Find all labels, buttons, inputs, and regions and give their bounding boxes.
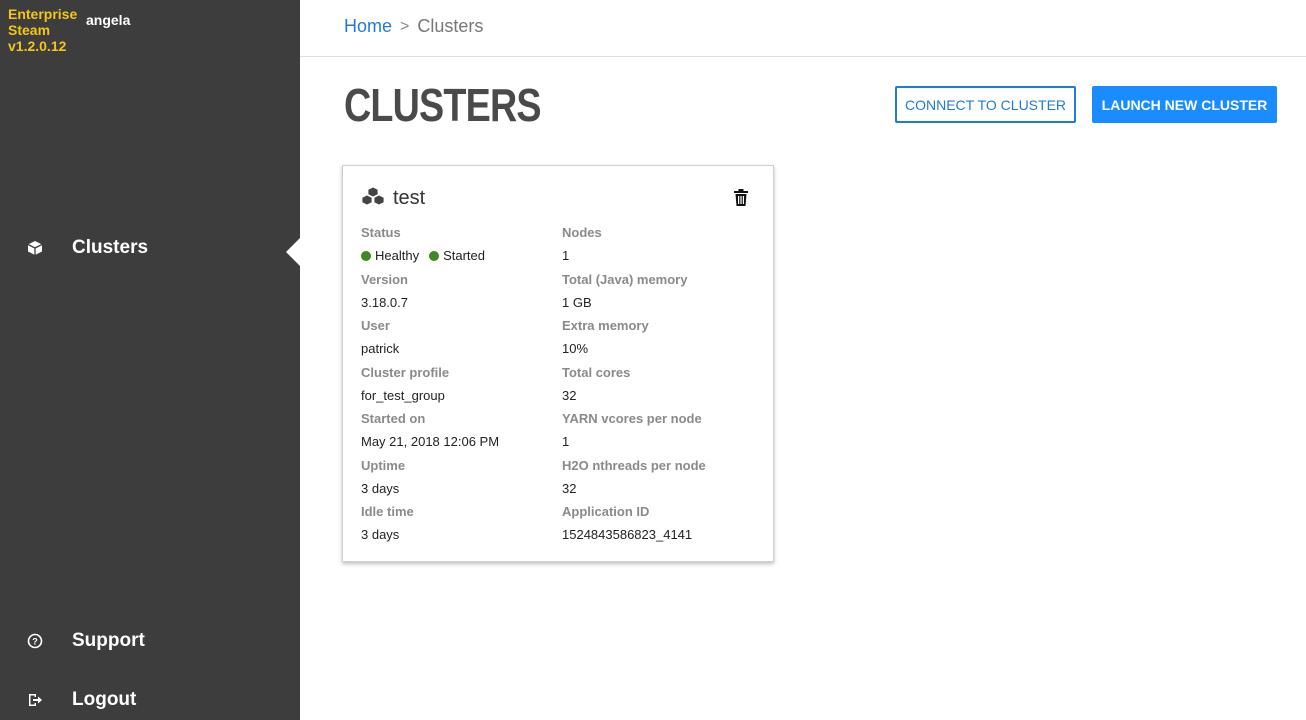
field-idle-time: Idle time 3 days (361, 503, 551, 550)
field-label: H2O nthreads per node (562, 457, 706, 473)
field-label: Version (361, 271, 408, 287)
field-value: 1524843586823_4141 (562, 527, 693, 542)
logout-icon (26, 691, 44, 709)
field-label: Started on (361, 411, 426, 426)
cubes-icon (361, 186, 385, 211)
sidebar-item-clusters[interactable]: Clusters (0, 228, 300, 268)
breadcrumb-separator: > (400, 17, 410, 35)
field-label: Uptime (361, 457, 406, 473)
field-label: Cluster profile (361, 364, 450, 380)
field-application-id: Application ID 1524843586823_4141 (562, 503, 752, 550)
status-state: Started (443, 248, 485, 263)
field-label: Extra memory (562, 318, 649, 333)
active-indicator (286, 238, 300, 266)
header-divider (300, 56, 1306, 57)
field-value: for_test_group (361, 387, 445, 403)
sidebar-item-label: Clusters (72, 237, 149, 258)
field-value: 32 (562, 480, 577, 496)
page-title: CLUSTERS (344, 79, 542, 131)
status-value: Healthy Started (361, 247, 551, 265)
field-label: Nodes (562, 225, 602, 240)
field-version: Version 3.18.0.7 (361, 271, 551, 318)
brand-line-2: Steam (8, 22, 51, 38)
svg-text:?: ? (32, 637, 38, 647)
sidebar-item-logout[interactable]: Logout (0, 680, 300, 720)
field-user: User patrick (361, 317, 551, 364)
cluster-details-right: Nodes 1 Total (Java) memory 1 GB Extra m… (562, 224, 752, 550)
field-value: 3 days (361, 527, 400, 542)
status-dot (361, 251, 371, 261)
app-brand: Enterprise Steam v1.2.0.12 (8, 6, 77, 54)
brand-version: v1.2.0.12 (8, 38, 67, 54)
status-badge-health: Healthy (361, 247, 419, 265)
field-nodes: Nodes 1 (562, 224, 752, 271)
status-badge-state: Started (429, 247, 485, 265)
field-label: YARN vcores per node (562, 411, 702, 426)
delete-cluster-icon[interactable] (734, 189, 748, 207)
sidebar-item-label: Logout (72, 689, 137, 710)
cluster-card-header: test (361, 186, 425, 211)
sidebar-item-support[interactable]: ? Support (0, 621, 300, 661)
launch-new-cluster-button[interactable]: LAUNCH NEW CLUSTER (1092, 86, 1277, 123)
brand-line-1: Enterprise (8, 6, 78, 22)
field-value: 3 days (361, 480, 400, 496)
field-label: Total cores (562, 364, 631, 380)
field-yarn-vcores: YARN vcores per node 1 (562, 410, 752, 457)
field-cluster-profile: Cluster profile for_test_group (361, 364, 551, 411)
cluster-card: test Status Healthy Started Version 3.18… (342, 165, 774, 562)
sidebar-item-label: Support (72, 630, 145, 651)
help-circle-icon: ? (26, 632, 44, 650)
field-value: 32 (562, 387, 577, 403)
current-username: angela (86, 12, 131, 28)
breadcrumb: Home > Clusters (344, 16, 483, 37)
connect-to-cluster-button[interactable]: CONNECT TO CLUSTER (895, 86, 1076, 123)
field-label: Idle time (361, 504, 414, 519)
field-total-cores: Total cores 32 (562, 364, 752, 411)
sidebar: Enterprise Steam v1.2.0.12 angela Cluste… (0, 0, 300, 720)
cluster-name: test (393, 187, 426, 209)
field-value: 3.18.0.7 (361, 294, 408, 310)
cube-icon (26, 239, 44, 257)
field-value: patrick (361, 341, 400, 356)
field-value: 1 GB (562, 294, 592, 310)
field-status: Status Healthy Started (361, 224, 551, 271)
field-label: Total (Java) memory (562, 271, 688, 287)
field-total-java-memory: Total (Java) memory 1 GB (562, 271, 752, 318)
field-uptime: Uptime 3 days (361, 457, 551, 504)
field-h2o-nthreads: H2O nthreads per node 32 (562, 457, 752, 504)
field-value: 10% (562, 341, 589, 356)
field-label: Status (361, 225, 401, 240)
status-dot (429, 251, 440, 261)
cluster-details-left: Status Healthy Started Version 3.18.0.7 … (361, 224, 551, 550)
field-started-on: Started on May 21, 2018 12:06 PM (361, 410, 551, 457)
field-value: May 21, 2018 12:06 PM (361, 434, 500, 449)
breadcrumb-current: Clusters (417, 16, 484, 36)
field-label: User (361, 318, 390, 333)
field-label: Application ID (562, 504, 650, 519)
status-health: Healthy (375, 248, 420, 263)
breadcrumb-home-link[interactable]: Home (344, 16, 392, 37)
field-value: 1 (562, 434, 570, 449)
field-value: 1 (562, 248, 570, 263)
field-extra-memory: Extra memory 10% (562, 317, 752, 364)
